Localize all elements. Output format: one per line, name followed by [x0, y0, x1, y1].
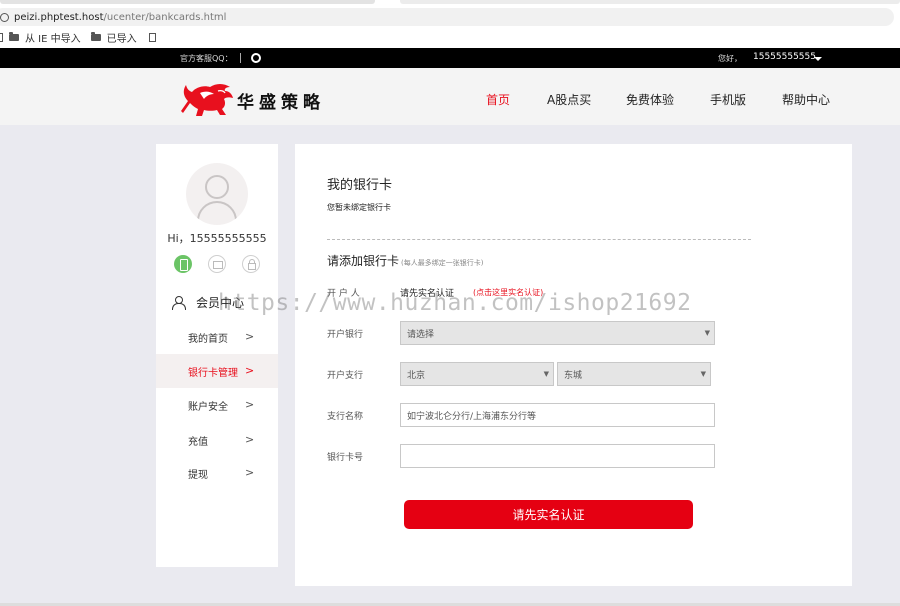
card-number-label: 银行卡号	[327, 453, 364, 463]
bookmark-partial-icon[interactable]	[0, 32, 3, 42]
nav-help-center[interactable]: 帮助中心	[782, 91, 830, 108]
browser-chrome: peizi.phptest.host/ucenter/bankcards.htm…	[0, 0, 900, 48]
page-icon[interactable]	[148, 32, 156, 42]
id-card-icon[interactable]	[208, 255, 226, 273]
sidebar-item-home[interactable]: 我的首页 >	[156, 320, 278, 354]
chevron-right-icon: >	[245, 330, 255, 343]
address-bar[interactable]: peizi.phptest.host/ucenter/bankcards.htm…	[0, 8, 894, 26]
sidebar-item-label: 充值	[188, 436, 208, 448]
user-body-icon	[197, 201, 237, 225]
avatar[interactable]	[186, 163, 248, 225]
hello-label: 您好，	[718, 54, 742, 63]
chevron-right-icon: >	[245, 364, 255, 377]
username-link[interactable]: 15555555555	[753, 52, 816, 62]
browser-tab-active[interactable]	[0, 0, 375, 4]
site-info-icon[interactable]	[0, 12, 9, 22]
city-select[interactable]: 东城 ▼	[557, 362, 711, 386]
bank-label: 开户银行	[327, 330, 364, 340]
city-select-value: 东城	[564, 370, 583, 381]
page-title: 我的银行卡	[327, 178, 393, 193]
url-path: /ucenter/bankcards.html	[103, 11, 227, 23]
add-card-hint: (每人最多绑定一张银行卡)	[401, 259, 484, 267]
nav-a-share-buy[interactable]: A股点买	[547, 91, 591, 108]
bull-logo-icon[interactable]	[180, 79, 235, 119]
bookmark-folder-ie[interactable]: 从 IE 中导入	[9, 30, 81, 45]
no-card-message: 您暂未绑定银行卡	[327, 203, 391, 212]
brand-name[interactable]: 华盛策略	[237, 88, 325, 113]
folder-icon	[9, 31, 19, 41]
user-head-icon	[205, 175, 229, 199]
bank-select-value: 请选择	[407, 329, 435, 340]
browser-tab[interactable]	[400, 0, 900, 4]
person-icon	[172, 296, 186, 310]
nav-mobile[interactable]: 手机版	[710, 91, 746, 108]
top-bar: 官方客服QQ： 您好， 15555555555	[0, 48, 900, 68]
greeting: Hi，15555555555	[167, 232, 267, 245]
chevron-down-icon: ▼	[543, 370, 549, 378]
province-select-value: 北京	[407, 370, 426, 381]
verify-identity-button[interactable]: 请先实名认证	[404, 500, 693, 529]
chevron-right-icon: >	[245, 466, 255, 479]
province-select[interactable]: 北京 ▼	[400, 362, 554, 386]
bookmark-label: 已导入	[106, 33, 137, 45]
chevron-down-icon: ▼	[700, 370, 706, 378]
card-number-input[interactable]	[400, 444, 715, 468]
nav-free-trial[interactable]: 免费体验	[626, 91, 674, 108]
sidebar: Hi，15555555555 会员中心 我的首页 > 银行卡管理 > 账户安全 …	[156, 144, 278, 567]
sidebar-item-security[interactable]: 账户安全 >	[156, 388, 278, 422]
chevron-right-icon: >	[245, 398, 255, 411]
divider	[240, 53, 241, 63]
sidebar-item-label: 银行卡管理	[188, 367, 238, 379]
bank-select[interactable]: 请选择 ▼	[400, 321, 715, 345]
verification-status	[174, 255, 264, 273]
sidebar-item-label: 我的首页	[188, 333, 228, 345]
bookmark-folder-imported[interactable]: 已导入	[90, 30, 137, 45]
qq-service-label: 官方客服QQ：	[180, 54, 233, 63]
chevron-right-icon: >	[245, 433, 255, 446]
sidebar-item-label: 账户安全	[188, 401, 228, 413]
folder-icon	[90, 31, 101, 41]
nav-home[interactable]: 首页	[486, 91, 510, 108]
bookmark-label: 从 IE 中导入	[25, 33, 81, 45]
chevron-down-icon[interactable]	[814, 57, 822, 61]
branch-label: 开户支行	[327, 371, 364, 381]
lock-icon[interactable]	[242, 255, 260, 273]
sidebar-item-recharge[interactable]: 充值 >	[156, 423, 278, 457]
phone-icon[interactable]	[174, 255, 192, 273]
chevron-down-icon: ▼	[704, 329, 710, 337]
branch-name-label: 支行名称	[327, 412, 364, 422]
add-card-label: 请添加银行卡	[327, 254, 400, 268]
sidebar-item-label: 提现	[188, 469, 208, 481]
tab-strip	[0, 0, 900, 5]
bookmarks-bar: 从 IE 中导入 已导入	[0, 29, 156, 45]
branch-name-input[interactable]: 如宁波北仑分行/上海浦东分行等	[400, 403, 715, 427]
url-host: peizi.phptest.host	[14, 11, 104, 23]
sidebar-item-bank-cards[interactable]: 银行卡管理 >	[156, 354, 278, 388]
qq-icon[interactable]	[251, 53, 261, 63]
divider	[327, 239, 751, 240]
site-header	[0, 68, 900, 125]
add-card-title: 请添加银行卡 (每人最多绑定一张银行卡)	[327, 252, 483, 269]
sidebar-item-withdraw[interactable]: 提现 >	[156, 456, 278, 490]
watermark: https://www.huzhan.com/ishop21692	[218, 290, 692, 316]
bank-card-panel: 我的银行卡 您暂未绑定银行卡 请添加银行卡 (每人最多绑定一张银行卡) 开 户 人…	[295, 144, 852, 586]
